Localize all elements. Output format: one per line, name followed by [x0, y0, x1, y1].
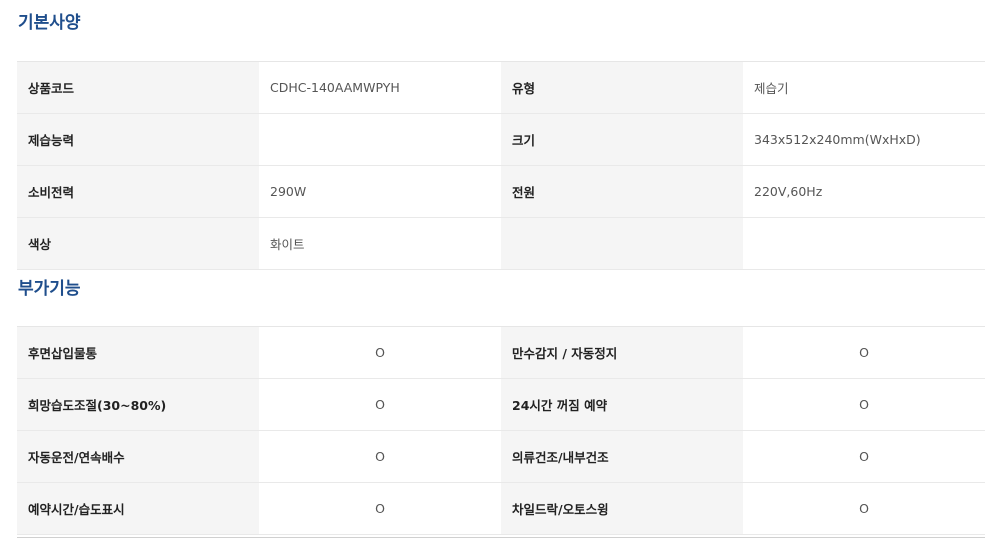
table-row: 자동운전/연속배수 O 의류건조/내부건조 O — [17, 430, 985, 483]
table-row: 소비전력 290W 전원 220V,60Hz — [17, 165, 985, 218]
table-row: 희망습도조절(30~80%) O 24시간 꺼짐 예약 O — [17, 378, 985, 431]
table-row: 제습능력 크기 343x512x240mm(WxHxD) — [17, 113, 985, 166]
spec-label: 유형 — [501, 61, 743, 114]
feature-value: O — [259, 482, 501, 535]
spec-label — [501, 217, 743, 270]
basic-spec-title: 기본사양 — [18, 13, 81, 33]
spec-value: CDHC-140AAMWPYH — [259, 61, 501, 114]
table-row: 색상 화이트 — [17, 217, 985, 270]
table-row: 상품코드 CDHC-140AAMWPYH 유형 제습기 — [17, 61, 985, 114]
spec-value: 343x512x240mm(WxHxD) — [743, 113, 985, 166]
spec-value: 290W — [259, 165, 501, 218]
feature-value: O — [259, 378, 501, 431]
feature-label: 만수감지 / 자동정지 — [501, 326, 743, 379]
table-row: 예약시간/습도표시 O 차일드락/오토스윙 O — [17, 482, 985, 535]
feature-value: O — [259, 326, 501, 379]
spec-value: 제습기 — [743, 61, 985, 114]
spec-label: 색상 — [17, 217, 259, 270]
feature-value: O — [743, 430, 985, 483]
basic-spec-table: 상품코드 CDHC-140AAMWPYH 유형 제습기 제습능력 크기 343x… — [17, 61, 985, 270]
spec-label: 제습능력 — [17, 113, 259, 166]
feature-label: 의류건조/내부건조 — [501, 430, 743, 483]
spec-value — [743, 217, 985, 270]
feature-value: O — [743, 326, 985, 379]
feature-value: O — [743, 482, 985, 535]
spec-label: 소비전력 — [17, 165, 259, 218]
spec-label: 크기 — [501, 113, 743, 166]
feature-label: 자동운전/연속배수 — [17, 430, 259, 483]
spec-value: 220V,60Hz — [743, 165, 985, 218]
spec-value — [259, 113, 501, 166]
extra-features-table: 후면삽입물통 O 만수감지 / 자동정지 O 희망습도조절(30~80%) O … — [17, 326, 985, 535]
bottom-divider — [17, 537, 985, 538]
feature-label: 후면삽입물통 — [17, 326, 259, 379]
table-row: 후면삽입물통 O 만수감지 / 자동정지 O — [17, 326, 985, 379]
feature-label: 희망습도조절(30~80%) — [17, 378, 259, 431]
feature-label: 차일드락/오토스윙 — [501, 482, 743, 535]
feature-value: O — [743, 378, 985, 431]
feature-value: O — [259, 430, 501, 483]
spec-label: 상품코드 — [17, 61, 259, 114]
extra-features-title: 부가기능 — [18, 279, 81, 299]
feature-label: 24시간 꺼짐 예약 — [501, 378, 743, 431]
spec-label: 전원 — [501, 165, 743, 218]
spec-value: 화이트 — [259, 217, 501, 270]
feature-label: 예약시간/습도표시 — [17, 482, 259, 535]
